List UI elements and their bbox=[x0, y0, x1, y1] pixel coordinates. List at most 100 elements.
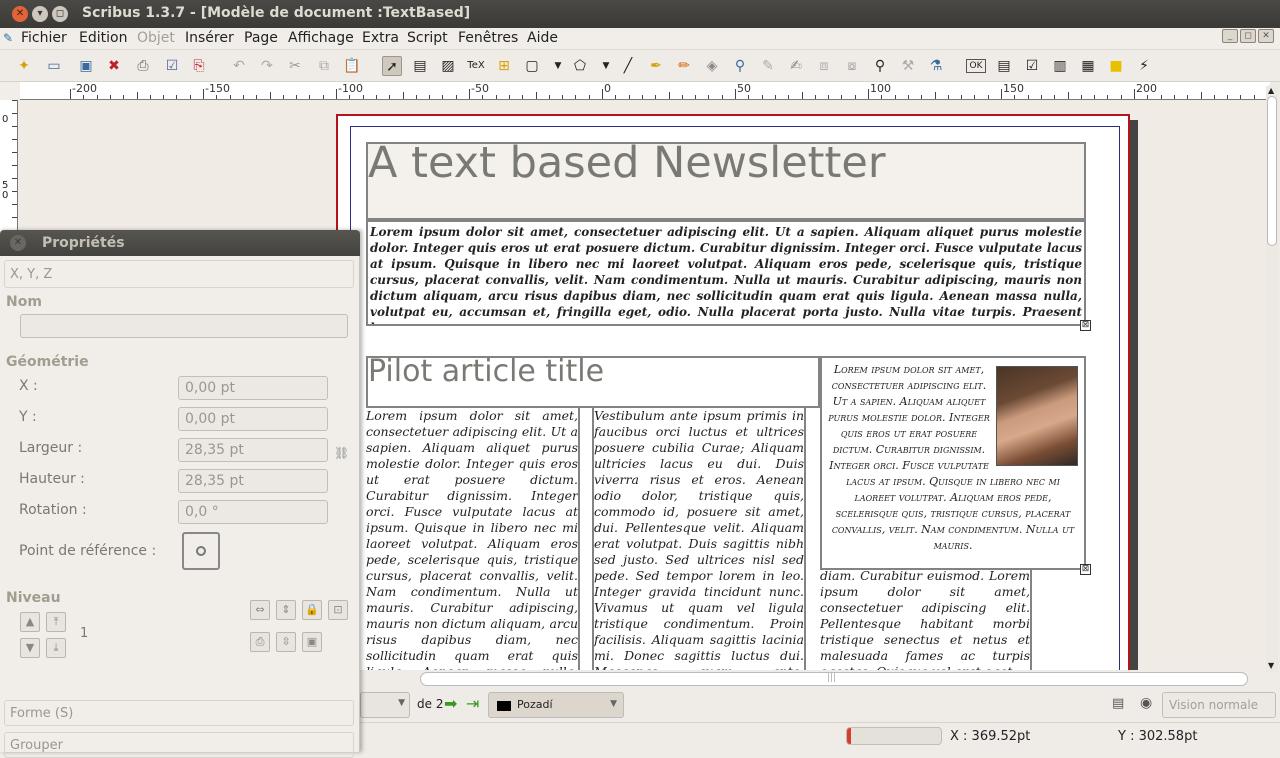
lower-to-bottom-icon[interactable]: ⤓ bbox=[46, 638, 66, 658]
menu-edition[interactable]: Edition bbox=[79, 30, 127, 46]
rotate-icon[interactable]: ◈ bbox=[702, 56, 722, 76]
pdf-checkbox-icon[interactable]: ☑ bbox=[1022, 56, 1042, 76]
render-frame-icon[interactable]: TeX bbox=[466, 56, 486, 76]
close-document-icon[interactable]: ✖ bbox=[104, 56, 124, 76]
lock-object-icon[interactable]: 🔒 bbox=[302, 600, 322, 620]
panel-close-icon[interactable]: ✕ bbox=[10, 235, 26, 251]
preflight-icon[interactable]: ☑ bbox=[162, 56, 182, 76]
intro-text-frame[interactable]: Lorem ipsum dolor sit amet, consectetuer… bbox=[366, 220, 1086, 326]
article-title-frame[interactable]: Pilot article title bbox=[366, 354, 820, 408]
menu-fichier[interactable]: Fichier bbox=[21, 30, 67, 46]
xyz-tab[interactable]: X, Y, Z bbox=[4, 260, 354, 288]
width-input[interactable]: 28,35 pt bbox=[178, 438, 328, 462]
newsletter-title-frame[interactable]: A text based Newsletter bbox=[366, 138, 1086, 220]
flip-vertical-icon[interactable]: ⇕ bbox=[276, 600, 296, 620]
group-icon[interactable]: ▣ bbox=[302, 632, 322, 652]
link-frames-icon[interactable]: ⧈ bbox=[814, 56, 834, 76]
pdf-button-icon[interactable]: OK bbox=[966, 59, 986, 73]
reference-point-selector[interactable] bbox=[182, 532, 220, 570]
flip-horizontal-icon[interactable]: ⇔ bbox=[250, 600, 270, 620]
copy-properties-icon[interactable]: ⚒ bbox=[898, 56, 918, 76]
menu-aide[interactable]: Aide bbox=[527, 30, 558, 46]
print-icon[interactable]: ⎙ bbox=[133, 56, 153, 76]
menu-inserer[interactable]: Insérer bbox=[185, 30, 234, 46]
mdi-restore-icon[interactable]: ◻ bbox=[1240, 29, 1256, 43]
menu-fenetres[interactable]: Fenêtres bbox=[458, 30, 518, 46]
undo-icon[interactable]: ↶ bbox=[229, 56, 249, 76]
shape-dropdown-icon[interactable]: ▼ bbox=[548, 56, 568, 76]
table-icon[interactable]: ⊞ bbox=[494, 56, 514, 76]
menu-extra[interactable]: Extra bbox=[362, 30, 399, 46]
image-frame-icon[interactable]: ▨ bbox=[438, 56, 458, 76]
pdf-combobox-icon[interactable]: ▥ bbox=[1050, 56, 1070, 76]
view-mode-select[interactable]: Vision normale bbox=[1162, 692, 1276, 718]
paste-icon[interactable]: 📋 bbox=[342, 56, 362, 76]
raise-to-top-icon[interactable]: ⤒ bbox=[46, 612, 66, 632]
lock-ratio-icon[interactable]: ⛓ bbox=[334, 446, 349, 460]
article-column-2[interactable]: Vestibulum ante ipsum primis in faucibus… bbox=[592, 408, 806, 670]
mdi-minimize-icon[interactable]: _ bbox=[1222, 29, 1238, 43]
cut-icon[interactable]: ✂ bbox=[285, 56, 305, 76]
reference-point-center[interactable] bbox=[196, 546, 206, 556]
minimize-window-button[interactable]: ▾ bbox=[32, 6, 48, 22]
vertical-scrollbar-thumb[interactable] bbox=[1267, 96, 1277, 246]
line-icon[interactable]: ╱ bbox=[618, 56, 638, 76]
polygon-dropdown-icon[interactable]: ▼ bbox=[596, 56, 616, 76]
document-page[interactable]: A text based Newsletter Lorem ipsum dolo… bbox=[336, 114, 1130, 670]
scroll-up-icon[interactable]: ▲ bbox=[1268, 86, 1274, 95]
menu-affichage[interactable]: Affichage bbox=[288, 30, 354, 46]
polygon-icon[interactable]: ⬠ bbox=[570, 56, 590, 76]
pdf-annotation-icon[interactable]: ■ bbox=[1106, 56, 1126, 76]
sidebar-frame[interactable]: Lorem ipsum dolor sit amet, consectetuer… bbox=[820, 356, 1086, 570]
y-input[interactable]: 0,00 pt bbox=[178, 407, 328, 431]
eye-icon[interactable]: ◉ bbox=[1140, 695, 1152, 711]
close-window-button[interactable]: ✕ bbox=[12, 6, 28, 22]
scroll-down-icon[interactable]: ▼ bbox=[1268, 661, 1274, 670]
group-tab[interactable]: Grouper bbox=[4, 732, 354, 758]
select-tool-icon[interactable]: ➚ bbox=[382, 56, 402, 76]
display-preview-icon[interactable]: ▤ bbox=[1112, 696, 1124, 711]
maximize-window-button[interactable]: ◻ bbox=[52, 6, 68, 22]
next-page-icon[interactable]: ➡ bbox=[444, 694, 457, 713]
menu-objet[interactable]: Objet bbox=[137, 30, 175, 46]
text-frame-icon[interactable]: ▤ bbox=[410, 56, 430, 76]
name-field[interactable] bbox=[20, 314, 348, 338]
no-print-icon[interactable]: ⎙ bbox=[250, 632, 270, 652]
edit-contents-icon[interactable]: ✎ bbox=[758, 56, 778, 76]
pdf-listbox-icon[interactable]: ▦ bbox=[1078, 56, 1098, 76]
height-input[interactable]: 28,35 pt bbox=[178, 469, 328, 493]
article-column-3[interactable]: diam. Curabitur euismod. Lorem ipsum dol… bbox=[820, 568, 1032, 670]
mirror-icon[interactable]: ⇳ bbox=[276, 632, 296, 652]
pdf-link-icon[interactable]: ⚡ bbox=[1134, 56, 1154, 76]
last-page-icon[interactable]: ⇥ bbox=[466, 694, 479, 713]
redo-icon[interactable]: ↷ bbox=[257, 56, 277, 76]
layer-select[interactable]: Pozadí ▼ bbox=[488, 692, 624, 718]
panel-title-bar[interactable]: ✕ Propriétés bbox=[0, 230, 360, 256]
lock-size-icon[interactable]: ⊡ bbox=[328, 600, 348, 620]
freehand-icon[interactable]: ✏ bbox=[674, 56, 694, 76]
eyedropper-icon[interactable]: ⚗ bbox=[926, 56, 946, 76]
save-icon[interactable]: ▣ bbox=[76, 56, 96, 76]
x-input[interactable]: 0,00 pt bbox=[178, 376, 328, 400]
raise-level-icon[interactable]: ▲ bbox=[20, 612, 40, 632]
lower-level-icon[interactable]: ▼ bbox=[20, 638, 40, 658]
copy-icon[interactable]: ⧉ bbox=[314, 56, 334, 76]
zoom-icon[interactable]: ⚲ bbox=[730, 56, 750, 76]
rotation-input[interactable]: 0,0 ° bbox=[178, 500, 328, 524]
new-document-icon[interactable]: ✦ bbox=[14, 56, 34, 76]
vertical-scrollbar[interactable]: ▲ ▼ bbox=[1266, 86, 1278, 672]
edit-text-icon[interactable]: ✍ bbox=[786, 56, 806, 76]
menu-page[interactable]: Page bbox=[244, 30, 278, 46]
horizontal-scrollbar[interactable]: ||| bbox=[420, 672, 1248, 686]
article-column-1[interactable]: Lorem ipsum dolor sit amet, consectetuer… bbox=[366, 408, 580, 670]
shape-icon[interactable]: ▢ bbox=[522, 56, 542, 76]
unlink-frames-icon[interactable]: ⧇ bbox=[842, 56, 862, 76]
measure-icon[interactable]: ⚲ bbox=[870, 56, 890, 76]
open-document-icon[interactable]: ▭ bbox=[44, 56, 64, 76]
pdf-textfield-icon[interactable]: ▤ bbox=[994, 56, 1014, 76]
menu-script[interactable]: Script bbox=[407, 30, 448, 46]
export-pdf-icon[interactable]: ⎘ bbox=[189, 56, 209, 76]
shape-tab[interactable]: Forme (S) bbox=[4, 700, 354, 726]
page-number-select[interactable]: ▼ bbox=[360, 692, 410, 718]
bezier-icon[interactable]: ✒ bbox=[646, 56, 666, 76]
